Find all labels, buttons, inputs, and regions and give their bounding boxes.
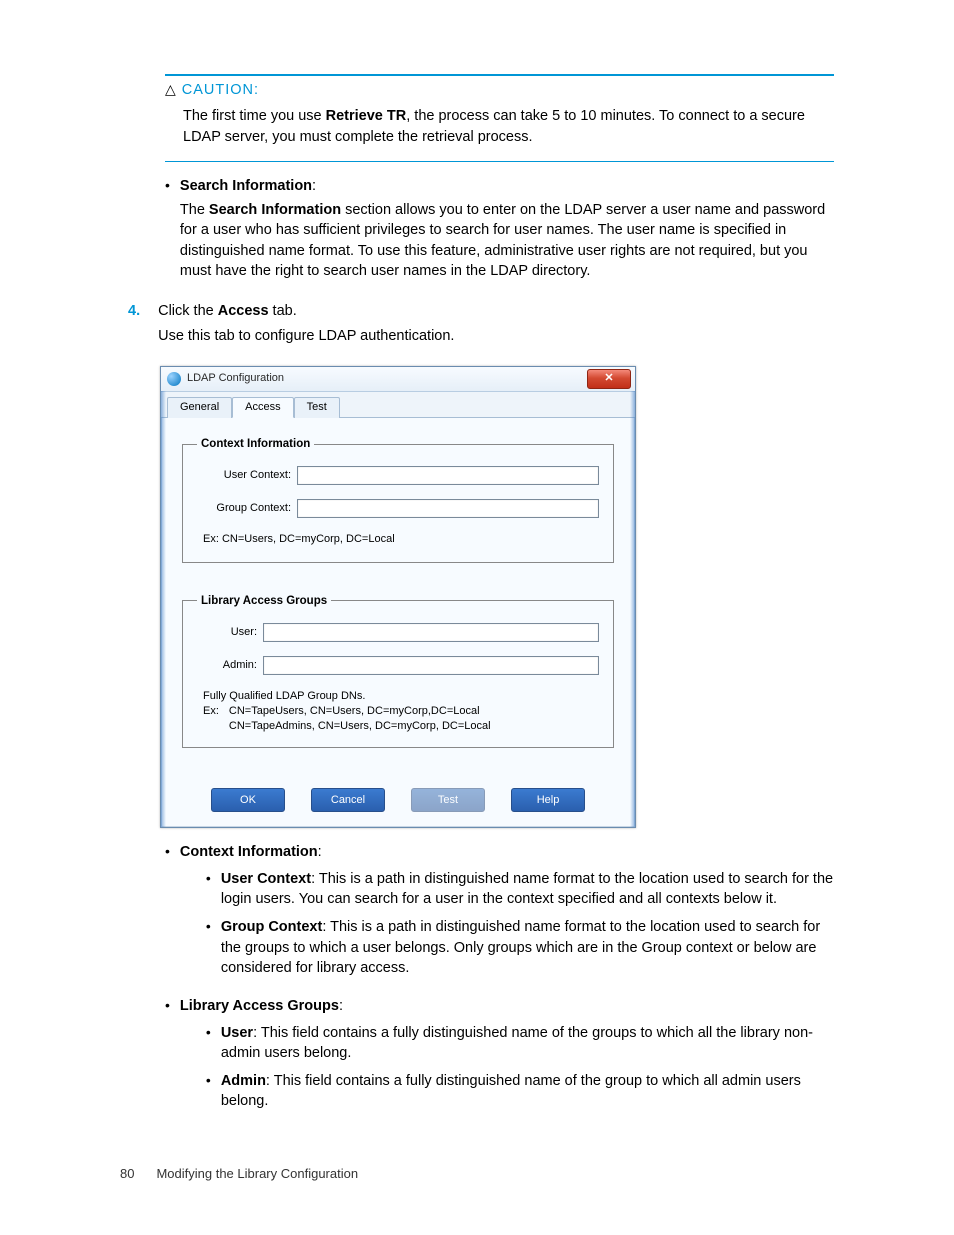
lib-user-label: User: bbox=[197, 625, 257, 640]
step-4: 4. Click the Access tab. Use this tab to… bbox=[128, 301, 834, 350]
group-context-desc: Group Context: This is a path in disting… bbox=[221, 917, 834, 978]
user-context-desc: User Context: This is a path in distingu… bbox=[221, 869, 834, 910]
step-number: 4. bbox=[128, 301, 140, 350]
context-hint: Ex: CN=Users, DC=myCorp, DC=Local bbox=[203, 532, 599, 547]
page-footer: 80 Modifying the Library Configuration bbox=[120, 1165, 358, 1183]
tab-general[interactable]: General bbox=[167, 397, 232, 418]
context-information-group: Context Information User Context: Group … bbox=[182, 436, 614, 562]
dialog-body: Context Information User Context: Group … bbox=[161, 418, 635, 776]
context-legend: Context Information bbox=[197, 436, 314, 452]
rule-top bbox=[165, 74, 834, 76]
library-access-groups: Library Access Groups User: Admin: Fully… bbox=[182, 593, 614, 749]
dialog-title: LDAP Configuration bbox=[187, 371, 587, 386]
search-info-section: • Search Information: The Search Informa… bbox=[165, 176, 834, 281]
ldap-config-dialog: LDAP Configuration ✕ General Access Test… bbox=[160, 366, 636, 829]
caution-block: △ CAUTION: The first time you use Retrie… bbox=[165, 74, 834, 162]
user-context-label: User Context: bbox=[197, 468, 291, 483]
libgroups-legend: Library Access Groups bbox=[197, 593, 331, 609]
hp-logo-icon bbox=[167, 372, 181, 386]
dialog-button-bar: OK Cancel Test Help bbox=[161, 776, 635, 827]
libgroups-heading: Library Access Groups bbox=[180, 998, 339, 1014]
test-button[interactable]: Test bbox=[411, 788, 485, 812]
rule-bottom bbox=[165, 161, 834, 162]
lib-admin-label: Admin: bbox=[197, 658, 257, 673]
search-info-text: The Search Information section allows yo… bbox=[180, 200, 834, 281]
user-context-input[interactable] bbox=[297, 466, 599, 485]
close-button[interactable]: ✕ bbox=[587, 369, 631, 389]
lib-admin-desc: Admin: This field contains a fully disti… bbox=[221, 1071, 834, 1112]
step-line2: Use this tab to configure LDAP authentic… bbox=[158, 326, 454, 346]
context-info-heading: Context Information bbox=[180, 844, 318, 860]
caution-text: The first time you use Retrieve TR, the … bbox=[183, 106, 834, 147]
help-button[interactable]: Help bbox=[511, 788, 585, 812]
caution-label: CAUTION: bbox=[182, 80, 259, 100]
ok-button[interactable]: OK bbox=[211, 788, 285, 812]
search-info-heading: Search Information bbox=[180, 178, 312, 194]
footer-title: Modifying the Library Configuration bbox=[156, 1165, 358, 1183]
cancel-button[interactable]: Cancel bbox=[311, 788, 385, 812]
bullet-dot: • bbox=[165, 176, 170, 281]
warning-icon: △ bbox=[165, 80, 176, 100]
tab-access[interactable]: Access bbox=[232, 397, 293, 418]
group-context-label: Group Context: bbox=[197, 501, 291, 516]
tab-strip: General Access Test bbox=[161, 392, 635, 418]
tab-test[interactable]: Test bbox=[294, 397, 340, 418]
context-info-bullets: • Context Information: • User Context: T… bbox=[165, 842, 834, 1119]
lib-user-desc: User: This field contains a fully distin… bbox=[221, 1023, 834, 1064]
lib-admin-input[interactable] bbox=[263, 656, 599, 675]
page-number: 80 bbox=[120, 1165, 134, 1183]
group-context-input[interactable] bbox=[297, 499, 599, 518]
dialog-titlebar: LDAP Configuration ✕ bbox=[161, 367, 635, 392]
libgroups-hint: Fully Qualified LDAP Group DNs. Ex: CN=T… bbox=[203, 689, 599, 734]
step-line1: Click the Access tab. bbox=[158, 301, 454, 321]
lib-user-input[interactable] bbox=[263, 623, 599, 642]
close-icon: ✕ bbox=[604, 371, 613, 386]
